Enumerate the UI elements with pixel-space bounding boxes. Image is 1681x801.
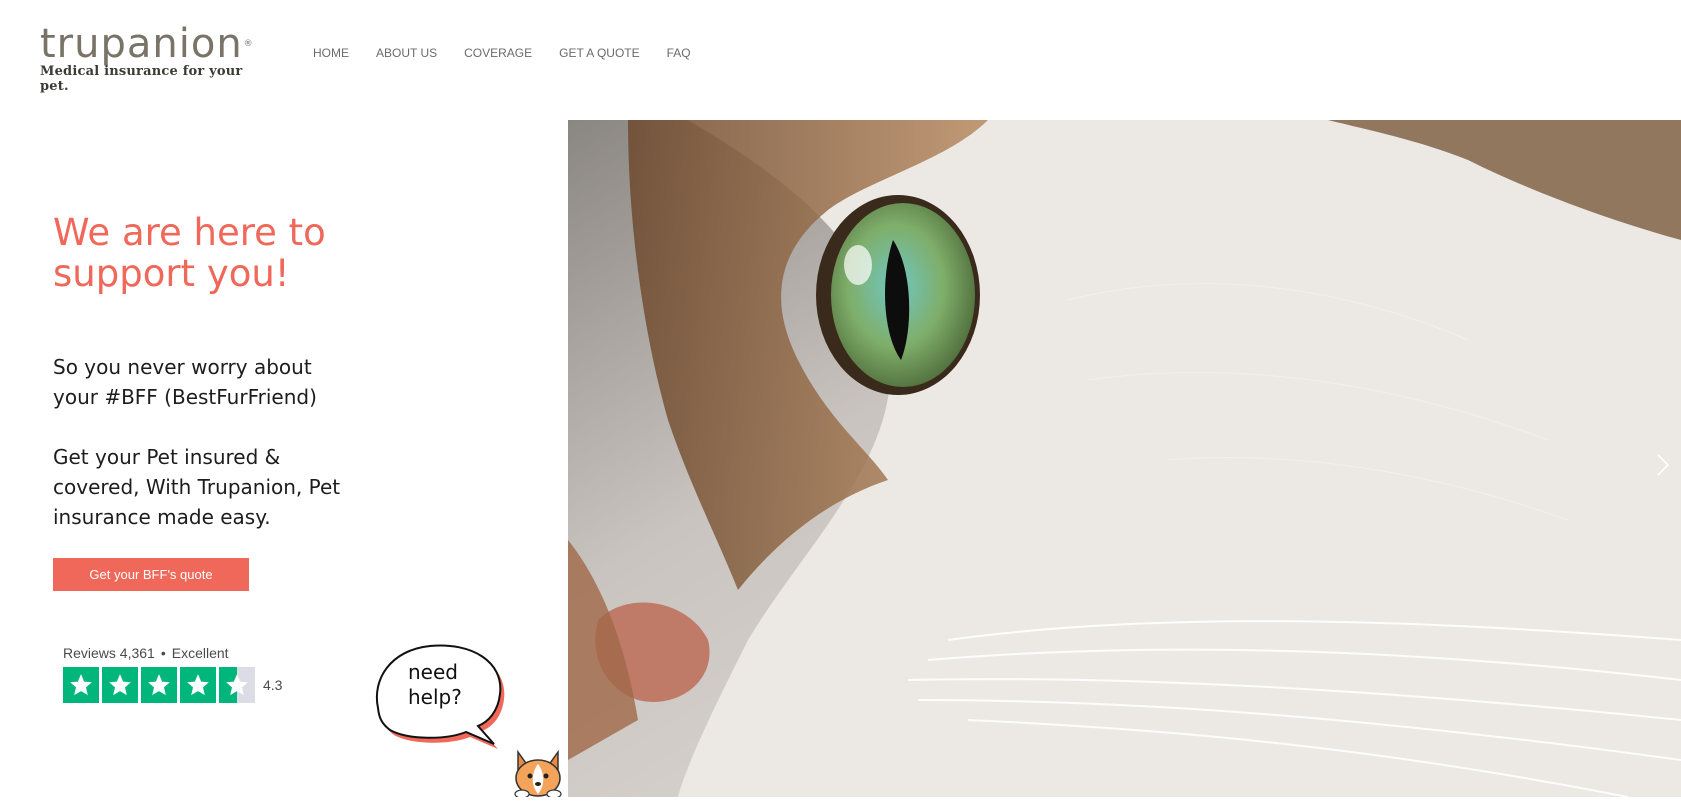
rating-value: 4.3 [263,677,283,693]
carousel-next-button[interactable] [1653,450,1673,480]
reviews-verdict: Excellent [171,645,229,661]
reviews-summary: Reviews 4,361 • Excellent [63,645,282,661]
cat-photo [568,120,1681,797]
logo-tagline: Medical insurance for your pet. [40,64,243,94]
star-icon [141,667,177,703]
star-icon [180,667,216,703]
hero-cat-image [568,120,1681,797]
reviews-count: Reviews 4,361 [63,645,155,661]
star-icon [102,667,138,703]
registered-mark: ® [243,39,254,49]
hero-paragraph-2: Get your Pet insured & covered, With Tru… [53,445,341,529]
chevron-right-icon [1657,454,1670,476]
nav-faq[interactable]: FAQ [667,46,691,60]
help-text: need help? [408,660,462,709]
reviews-widget[interactable]: Reviews 4,361 • Excellent 4.3 [63,645,282,703]
nav-about-us[interactable]: ABOUT US [376,46,437,60]
logo-wordmark: trupanion® [40,24,255,64]
half-star-icon [219,667,255,703]
reviews-separator: • [160,645,166,661]
get-quote-button[interactable]: Get your BFF's quote [53,558,249,591]
nav-home[interactable]: HOME [313,46,349,60]
corgi-icon[interactable] [510,748,566,799]
nav-get-a-quote[interactable]: GET A QUOTE [559,46,639,60]
star-icon [63,667,99,703]
rating-stars: 4.3 [63,667,282,703]
main-nav: HOME ABOUT US COVERAGE GET A QUOTE FAQ [313,46,718,60]
help-chat-bubble[interactable]: need help? [368,640,508,750]
hero-title: We are here to support you! [53,211,326,295]
logo[interactable]: trupanion® Medical insurance for your pe… [40,24,255,94]
hero-paragraph-1: So you never worry about your #BFF (Best… [53,355,317,409]
nav-coverage[interactable]: COVERAGE [464,46,532,60]
logo-name: trupanion [40,21,243,67]
